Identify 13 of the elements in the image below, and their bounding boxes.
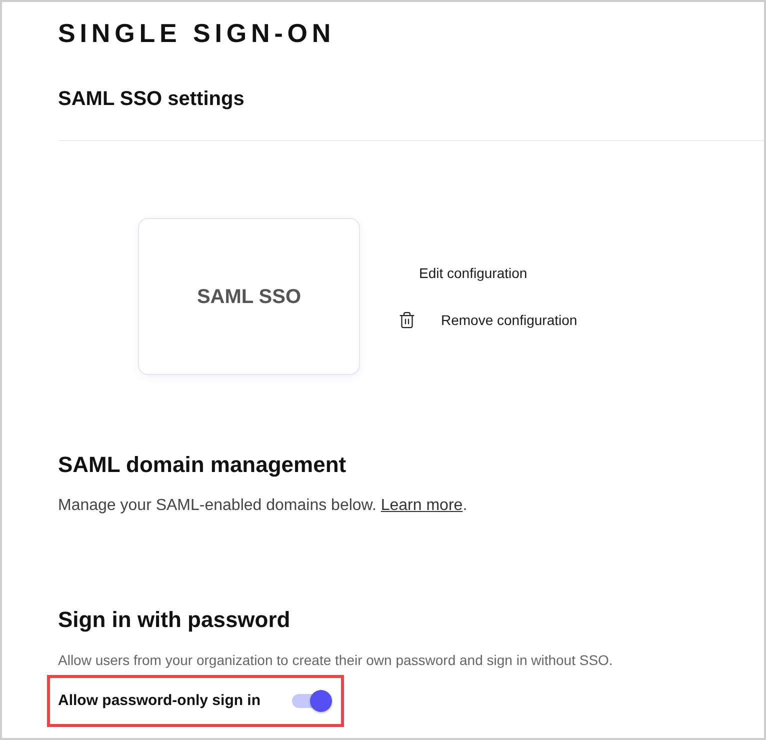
page-title: SINGLE SIGN-ON [58,17,336,50]
section-heading: Sign in with password [58,606,290,634]
remove-configuration-button[interactable]: Remove configuration [398,308,578,332]
password-description: Allow users from your organization to create their own password and sign in without SSO. [58,651,613,670]
toggle-label: Allow password-only sign in [58,690,261,711]
domain-description: Manage your SAML-enabled domains below. Learn more. [58,496,468,516]
learn-more-link[interactable]: Learn more [380,497,463,514]
edit-configuration-button[interactable]: Edit configuration [419,261,528,285]
toggle-switch[interactable] [292,690,332,712]
section-heading: SAML SSO settings [58,87,244,112]
section-heading: SAML domain management [58,451,346,479]
trash-icon [398,311,416,329]
provider-name: SAML SSO [196,284,302,310]
